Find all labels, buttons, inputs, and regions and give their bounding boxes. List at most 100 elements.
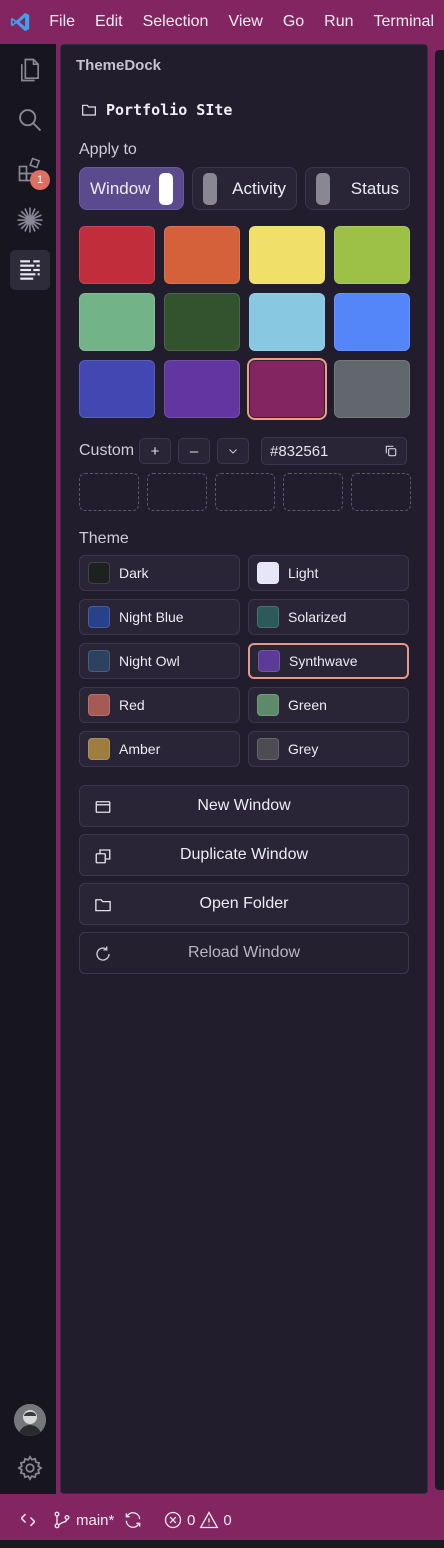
warning-icon bbox=[199, 1511, 219, 1529]
error-count: 0 bbox=[187, 1511, 196, 1529]
chevron-down-icon bbox=[229, 449, 237, 454]
git-branch-icon bbox=[54, 1511, 70, 1529]
extensions-badge: 1 bbox=[30, 170, 50, 190]
window-icon bbox=[95, 801, 111, 813]
theme-button-amber[interactable]: Amber bbox=[79, 731, 240, 767]
custom-slot[interactable] bbox=[283, 473, 343, 511]
open-folder-label: Open Folder bbox=[199, 895, 289, 912]
color-swatch-grid bbox=[79, 226, 410, 418]
color-swatch[interactable] bbox=[79, 226, 155, 284]
theme-button-night-blue[interactable]: Night Blue bbox=[79, 599, 240, 635]
remote-indicator[interactable] bbox=[18, 1510, 38, 1530]
theme-button-grey[interactable]: Grey bbox=[248, 731, 409, 767]
theme-color-chip bbox=[257, 562, 279, 584]
duplicate-icon bbox=[95, 849, 111, 864]
sparkle-icon[interactable] bbox=[10, 200, 50, 240]
folder-name: Portfolio SIte bbox=[106, 101, 233, 119]
color-swatch[interactable] bbox=[79, 293, 155, 351]
custom-color-slots bbox=[79, 473, 411, 511]
title-menu-bar: File Edit Selection View Go Run Terminal bbox=[0, 0, 444, 44]
apply-status-label: Status bbox=[350, 178, 399, 198]
theme-button-light[interactable]: Light bbox=[248, 555, 409, 591]
color-swatch[interactable] bbox=[79, 360, 155, 418]
menu-run[interactable]: Run bbox=[314, 0, 363, 44]
theme-color-chip bbox=[258, 650, 280, 672]
add-custom-button[interactable]: + bbox=[139, 438, 171, 464]
menu-edit[interactable]: Edit bbox=[85, 0, 133, 44]
custom-slot[interactable] bbox=[215, 473, 275, 511]
theme-color-chip bbox=[257, 606, 279, 628]
color-swatch[interactable] bbox=[164, 226, 240, 284]
theme-color-chip bbox=[88, 694, 110, 716]
color-swatch[interactable] bbox=[164, 293, 240, 351]
color-swatch[interactable] bbox=[249, 293, 325, 351]
theme-label: Theme bbox=[79, 530, 129, 547]
remove-custom-button[interactable]: – bbox=[178, 438, 210, 464]
menu-selection[interactable]: Selection bbox=[133, 0, 219, 44]
theme-color-chip bbox=[88, 606, 110, 628]
color-swatch[interactable] bbox=[334, 293, 410, 351]
status-bar: main* 0 0 bbox=[0, 1494, 444, 1548]
theme-button-night-owl[interactable]: Night Owl bbox=[79, 643, 240, 679]
menu-go[interactable]: Go bbox=[273, 0, 314, 44]
theme-label-text: Red bbox=[119, 697, 145, 713]
custom-slot[interactable] bbox=[147, 473, 207, 511]
theme-button-solarized[interactable]: Solarized bbox=[248, 599, 409, 635]
theme-button-green[interactable]: Green bbox=[248, 687, 409, 723]
theme-color-chip bbox=[88, 650, 110, 672]
search-icon[interactable] bbox=[10, 100, 50, 140]
apply-activity-toggle[interactable]: Activity bbox=[192, 167, 297, 210]
custom-dropdown-button[interactable] bbox=[217, 438, 249, 464]
theme-label-text: Grey bbox=[288, 741, 319, 757]
toggle-knob bbox=[316, 172, 330, 205]
hex-value: 832561 bbox=[278, 442, 329, 460]
copy-icon[interactable] bbox=[384, 444, 398, 458]
menu-view[interactable]: View bbox=[218, 0, 272, 44]
theme-label-text: Solarized bbox=[288, 609, 347, 625]
explorer-icon[interactable] bbox=[10, 50, 50, 90]
new-window-button[interactable]: New Window bbox=[79, 785, 409, 827]
color-swatch[interactable] bbox=[334, 226, 410, 284]
error-icon bbox=[164, 1511, 182, 1529]
toggle-knob bbox=[159, 172, 173, 205]
themedock-icon[interactable] bbox=[10, 250, 50, 290]
apply-window-label: Window bbox=[90, 178, 151, 198]
open-folder-button[interactable]: Open Folder bbox=[79, 883, 409, 925]
color-swatch[interactable] bbox=[249, 360, 325, 418]
theme-button-synthwave[interactable]: Synthwave bbox=[248, 643, 409, 679]
apply-to-label: Apply to bbox=[79, 141, 137, 158]
custom-slot[interactable] bbox=[79, 473, 139, 511]
color-swatch[interactable] bbox=[164, 360, 240, 418]
theme-color-chip bbox=[257, 694, 279, 716]
gear-icon[interactable] bbox=[10, 1448, 50, 1488]
sync-button[interactable] bbox=[123, 1510, 143, 1530]
apply-window-toggle[interactable]: Window bbox=[79, 167, 184, 210]
apply-status-toggle[interactable]: Status bbox=[305, 167, 410, 210]
theme-button-dark[interactable]: Dark bbox=[79, 555, 240, 591]
hex-color-input[interactable]: #832561 bbox=[261, 437, 407, 465]
apply-activity-label: Activity bbox=[232, 178, 286, 198]
workspace-folder[interactable]: Portfolio SIte bbox=[81, 101, 232, 119]
themedock-panel: ThemeDock Portfolio SIte Apply to Window… bbox=[60, 44, 428, 1494]
vscode-logo-icon[interactable] bbox=[0, 0, 39, 44]
theme-button-red[interactable]: Red bbox=[79, 687, 240, 723]
branch-indicator[interactable]: main* bbox=[52, 1510, 114, 1530]
folder-icon bbox=[82, 104, 96, 116]
reload-window-button[interactable]: Reload Window bbox=[79, 932, 409, 974]
theme-grid: Dark Light Night Blue Solarized Night Owl Syn… bbox=[79, 555, 409, 767]
menu-file[interactable]: File bbox=[39, 0, 85, 44]
new-window-label: New Window bbox=[197, 797, 291, 814]
warning-count: 0 bbox=[223, 1511, 232, 1529]
menu-terminal[interactable]: Terminal bbox=[364, 0, 444, 44]
remote-icon bbox=[20, 1513, 36, 1527]
custom-slot[interactable] bbox=[351, 473, 411, 511]
duplicate-window-button[interactable]: Duplicate Window bbox=[79, 834, 409, 876]
account-avatar[interactable] bbox=[14, 1404, 46, 1436]
theme-color-chip bbox=[257, 738, 279, 760]
branch-name: main* bbox=[76, 1511, 115, 1529]
panel-title: ThemeDock bbox=[76, 57, 162, 74]
color-swatch[interactable] bbox=[249, 226, 325, 284]
color-swatch[interactable] bbox=[334, 360, 410, 418]
theme-label-text: Green bbox=[288, 697, 327, 713]
problems-indicator[interactable]: 0 0 bbox=[163, 1510, 232, 1530]
